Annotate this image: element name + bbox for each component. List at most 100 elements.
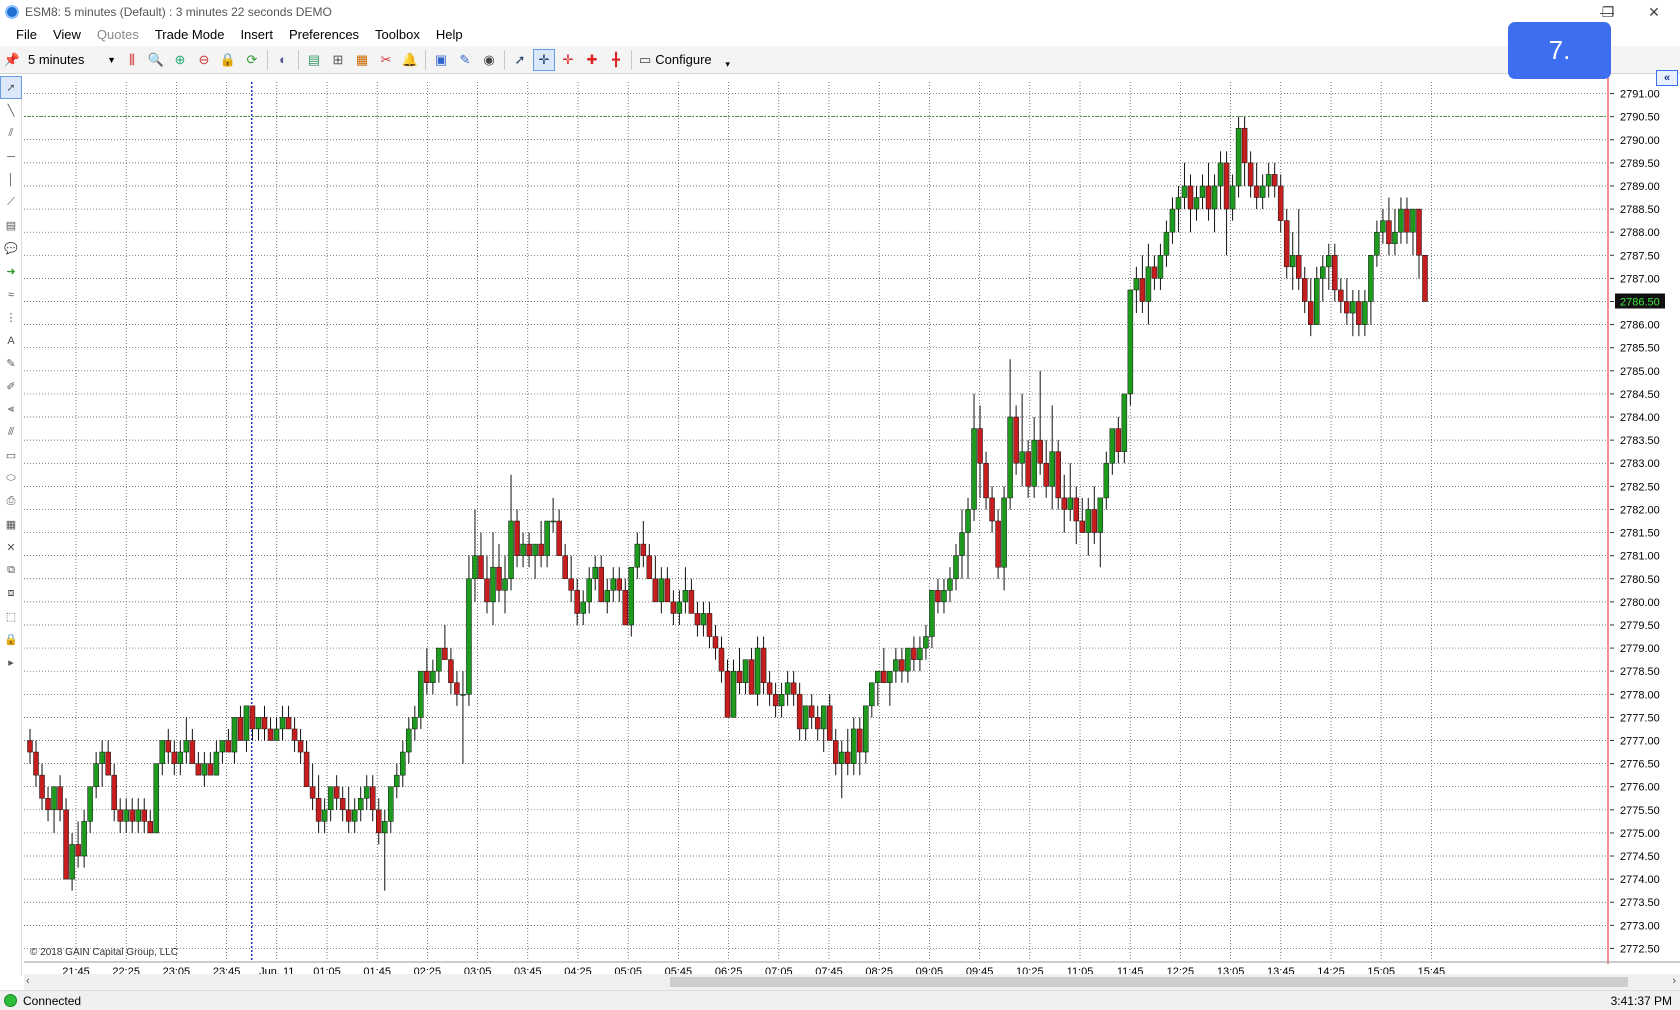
candlestick-chart[interactable]: 2791.00 2790.50 2790.00 2789.50 2789.00 2788.…	[0, 74, 1680, 974]
scroll-thumb[interactable]	[670, 977, 1628, 987]
candle-body	[237, 717, 244, 741]
print-icon[interactable]: ⎙	[0, 490, 22, 513]
expand-icon[interactable]: ▸	[0, 651, 22, 674]
lock-icon[interactable]: 🔒	[0, 628, 22, 651]
ray-icon[interactable]: ⟋	[0, 191, 22, 214]
candle-body	[718, 647, 725, 672]
hierarchy-icon[interactable]: ⊞	[327, 49, 349, 71]
double-chevron-left-icon: «	[1663, 72, 1671, 84]
rectangle-icon[interactable]: ▭	[0, 444, 22, 467]
candle-body	[538, 543, 544, 556]
brush-icon[interactable]: ✐	[0, 375, 22, 398]
y-tick-label: 2788.00	[1620, 227, 1660, 239]
note-icon[interactable]: ▤	[0, 214, 22, 237]
candle-body	[688, 590, 695, 614]
connection-indicator-icon	[4, 994, 17, 1007]
menu-quotes[interactable]: Quotes	[89, 24, 147, 46]
horizontal-scrollbar[interactable]: ‹ ›	[24, 974, 1680, 990]
hline-icon[interactable]: ─	[0, 145, 22, 168]
candle-body	[129, 809, 135, 822]
paste-icon[interactable]: ⧈	[0, 582, 22, 605]
candle-body	[640, 543, 647, 556]
channel-icon[interactable]: ⫻	[0, 421, 22, 444]
candle-body	[905, 647, 911, 672]
crosshair-red-icon[interactable]: ✛	[557, 49, 579, 71]
status-bar: Connected 3:41:37 PM	[0, 990, 1680, 1010]
candle-body	[1037, 439, 1043, 464]
ellipse-icon[interactable]: ⬭	[0, 467, 22, 490]
candle-body	[1193, 197, 1200, 210]
crosshair-icon[interactable]: ✛	[533, 48, 555, 71]
candle-body	[1308, 301, 1314, 325]
candle-body	[412, 717, 418, 730]
vline-icon[interactable]: │	[0, 168, 22, 191]
candle-body	[923, 636, 929, 649]
candle-body	[285, 717, 292, 730]
candle-body	[1157, 255, 1164, 279]
menu-preferences[interactable]: Preferences	[281, 24, 367, 46]
delete-icon[interactable]: ✕	[0, 536, 22, 559]
menu-file[interactable]: File	[8, 24, 45, 46]
candle-body	[1025, 451, 1031, 487]
eye-icon[interactable]: ◉	[478, 49, 500, 71]
refresh-icon[interactable]: ⟳	[241, 49, 263, 71]
configure-button[interactable]: ▭ Configure	[635, 49, 716, 71]
arrow-icon[interactable]: ➜	[0, 260, 22, 283]
indicator-icon[interactable]: ▤	[303, 49, 325, 71]
fib-icon[interactable]: ⋮	[0, 306, 22, 329]
candle-body	[159, 740, 166, 764]
text-icon[interactable]: A	[0, 329, 22, 352]
x-tick-label: 23:05	[163, 966, 191, 974]
copy-icon[interactable]: ⧉	[0, 559, 22, 582]
parallel-icon[interactable]: ⫽	[0, 122, 22, 145]
candle-body	[622, 590, 629, 626]
callout-icon[interactable]: 💬	[0, 237, 22, 260]
y-tick-label: 2779.00	[1620, 643, 1660, 655]
pin-icon[interactable]: 📌	[1, 49, 23, 71]
menu-toolbox[interactable]: Toolbox	[367, 24, 428, 46]
candle-body	[327, 786, 334, 811]
y-tick-label: 2773.50	[1620, 897, 1660, 909]
menu-trade-mode[interactable]: Trade Mode	[147, 24, 233, 46]
select-area-icon[interactable]: ⬚	[0, 605, 22, 628]
zoom-in-icon[interactable]: ⊕	[169, 49, 191, 71]
lock-icon[interactable]: 🔒	[217, 49, 239, 71]
studies-icon[interactable]: ▦	[351, 49, 373, 71]
scissors-icon[interactable]: ✂	[375, 49, 397, 71]
chart-area[interactable]: 2791.00 2790.50 2790.00 2789.50 2789.00 2788.…	[0, 74, 1680, 974]
interval-dropdown[interactable]: 5 minutes ▼	[24, 49, 120, 71]
book-icon[interactable]: ▣	[430, 49, 452, 71]
candle-body	[1121, 393, 1128, 452]
cursor-icon[interactable]: ➚	[509, 49, 531, 71]
layers-icon[interactable]: ◐	[272, 49, 294, 71]
candle-body	[947, 578, 953, 591]
close-button[interactable]: ✕	[1631, 0, 1677, 24]
zoom-dropdown-icon[interactable]: 🔍	[145, 49, 167, 71]
collapse-panel-button[interactable]: «	[1656, 70, 1678, 86]
grid-icon[interactable]: ▦	[0, 513, 22, 536]
scroll-left-arrow-icon[interactable]: ‹	[26, 975, 30, 987]
menu-insert[interactable]: Insert	[232, 24, 281, 46]
fan-icon[interactable]: ⫷	[0, 398, 22, 421]
candle-body	[1199, 185, 1206, 198]
zoom-out-icon[interactable]: ⊖	[193, 49, 215, 71]
wave-icon[interactable]: ≈	[0, 283, 22, 306]
menu-help[interactable]: Help	[428, 24, 471, 46]
select-icon[interactable]: ➚	[0, 76, 22, 99]
toolbar-overflow-icon[interactable]: ▾	[717, 54, 739, 76]
line-icon[interactable]: ╲	[0, 99, 22, 122]
pen-icon[interactable]: ✎	[0, 352, 22, 375]
bar-type-icon[interactable]: ⫼	[121, 49, 143, 71]
scroll-right-arrow-icon[interactable]: ›	[1672, 975, 1676, 987]
menu-view[interactable]: View	[45, 24, 89, 46]
candle-body	[598, 566, 604, 603]
crosshair-red2-icon[interactable]: ╋	[605, 49, 627, 71]
candle-body	[1289, 255, 1296, 268]
candle-body	[784, 682, 791, 695]
crosshair-dot-icon[interactable]: ✚	[581, 49, 603, 71]
restore-button[interactable]: ❐	[1585, 0, 1631, 24]
candle-body	[345, 809, 352, 822]
candle-body	[472, 555, 478, 580]
alert-bell-icon[interactable]: 🔔	[399, 49, 421, 71]
pencil-icon[interactable]: ✎	[454, 49, 476, 71]
